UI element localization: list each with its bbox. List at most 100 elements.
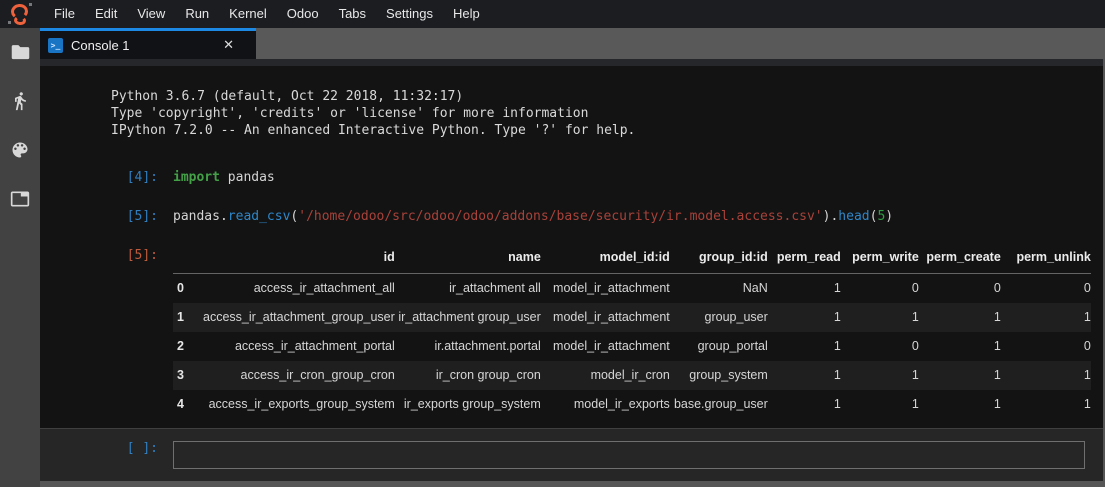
table-row: 3access_ir_cron_group_cronir_cron group_… bbox=[173, 361, 1091, 390]
table-row: 1access_ir_attachment_group_userir_attac… bbox=[173, 303, 1091, 332]
code-line: pandas.read_csv('/home/odoo/src/odoo/odo… bbox=[173, 208, 893, 225]
df-cell: model_ir_attachment bbox=[541, 332, 670, 361]
df-cell: ir_cron group_cron bbox=[395, 361, 541, 390]
code-cell-0: [4]: import pandas bbox=[40, 169, 1103, 186]
panel-toolbar-strip bbox=[40, 59, 1103, 66]
console-input-area: [ ]: bbox=[40, 428, 1103, 481]
df-col-header: model_id:id bbox=[541, 247, 670, 274]
df-cell: 0 bbox=[1001, 332, 1091, 361]
df-col-header: perm_read bbox=[768, 247, 841, 274]
df-row-index: 0 bbox=[173, 274, 203, 304]
menu-kernel[interactable]: Kernel bbox=[219, 0, 277, 28]
input-prompt: [ ]: bbox=[40, 441, 158, 456]
menu-view[interactable]: View bbox=[127, 0, 175, 28]
menu-tabs[interactable]: Tabs bbox=[329, 0, 376, 28]
df-cell: 1 bbox=[919, 332, 1001, 361]
df-cell: ir_attachment all bbox=[395, 274, 541, 304]
code-cell-1: [5]: pandas.read_csv('/home/odoo/src/odoo… bbox=[40, 208, 1103, 225]
df-cell: model_ir_attachment bbox=[541, 303, 670, 332]
df-cell: 1 bbox=[768, 303, 841, 332]
tab-console-1[interactable]: >_ Console 1 ✕ bbox=[40, 28, 256, 59]
df-cell: access_ir_attachment_group_user bbox=[203, 303, 395, 332]
file-browser-icon[interactable] bbox=[9, 42, 31, 62]
df-row-index: 4 bbox=[173, 390, 203, 419]
df-cell: 0 bbox=[841, 274, 919, 304]
menu-edit[interactable]: Edit bbox=[85, 0, 127, 28]
df-cell: model_ir_exports bbox=[541, 390, 670, 419]
jupyterlab-window: FileEditViewRunKernelOdooTabsSettingsHel… bbox=[0, 0, 1105, 487]
output-cell: [5]: idnamemodel_id:idgroup_id:idperm_re… bbox=[40, 247, 1103, 419]
left-sidebar bbox=[0, 28, 40, 487]
menu-items: FileEditViewRunKernelOdooTabsSettingsHel… bbox=[44, 0, 490, 28]
menu-run[interactable]: Run bbox=[175, 0, 219, 28]
command-palette-icon[interactable] bbox=[9, 140, 31, 160]
menu-file[interactable]: File bbox=[44, 0, 85, 28]
df-col-header: perm_create bbox=[919, 247, 1001, 274]
df-cell: access_ir_attachment_portal bbox=[203, 332, 395, 361]
df-col-header: perm_unlink bbox=[1001, 247, 1091, 274]
df-cell: 1 bbox=[919, 361, 1001, 390]
menu-help[interactable]: Help bbox=[443, 0, 490, 28]
df-cell: 1 bbox=[768, 332, 841, 361]
df-cell: ir.attachment.portal bbox=[395, 332, 541, 361]
df-row-index: 1 bbox=[173, 303, 203, 332]
menubar: FileEditViewRunKernelOdooTabsSettingsHel… bbox=[0, 0, 1105, 28]
df-cell: access_ir_attachment_all bbox=[203, 274, 395, 304]
df-cell: 1 bbox=[768, 390, 841, 419]
console-cells: [4]: import pandas [5]: pandas.read_csv('/h… bbox=[40, 169, 1103, 225]
df-cell: NaN bbox=[670, 274, 768, 304]
df-cell: 0 bbox=[1001, 274, 1091, 304]
table-row: 2access_ir_attachment_portalir.attachmen… bbox=[173, 332, 1091, 361]
open-tabs-icon[interactable] bbox=[9, 189, 31, 209]
close-icon[interactable]: ✕ bbox=[223, 37, 234, 53]
tab-label: Console 1 bbox=[71, 38, 223, 53]
df-cell: group_user bbox=[670, 303, 768, 332]
menu-odoo[interactable]: Odoo bbox=[277, 0, 329, 28]
df-row-index: 2 bbox=[173, 332, 203, 361]
df-cell: 1 bbox=[919, 303, 1001, 332]
df-cell: access_ir_exports_group_system bbox=[203, 390, 395, 419]
df-row-index: 3 bbox=[173, 361, 203, 390]
table-row: 0access_ir_attachment_allir_attachment a… bbox=[173, 274, 1091, 304]
df-cell: 1 bbox=[768, 274, 841, 304]
df-cell: 1 bbox=[768, 361, 841, 390]
df-head: idnamemodel_id:idgroup_id:idperm_readper… bbox=[173, 247, 1091, 274]
df-cell: access_ir_cron_group_cron bbox=[203, 361, 395, 390]
odoo-sh-logo-icon bbox=[0, 0, 40, 28]
df-cell: group_portal bbox=[670, 332, 768, 361]
df-cell: 1 bbox=[919, 390, 1001, 419]
output-prompt: [5]: bbox=[40, 247, 158, 419]
df-col-header bbox=[173, 247, 203, 274]
running-sessions-icon[interactable] bbox=[9, 91, 31, 111]
menu-settings[interactable]: Settings bbox=[376, 0, 443, 28]
df-cell: 1 bbox=[841, 390, 919, 419]
df-cell: 1 bbox=[1001, 361, 1091, 390]
console-output-area[interactable]: Python 3.6.7 (default, Oct 22 2018, 11:3… bbox=[40, 66, 1103, 428]
panel-bottom-strip bbox=[40, 481, 1103, 487]
table-row: 4access_ir_exports_group_systemir_export… bbox=[173, 390, 1091, 419]
python-banner: Python 3.6.7 (default, Oct 22 2018, 11:3… bbox=[111, 88, 1103, 139]
console-panel: Python 3.6.7 (default, Oct 22 2018, 11:3… bbox=[40, 59, 1105, 487]
code-line: import pandas bbox=[173, 169, 275, 186]
df-col-header: id bbox=[203, 247, 395, 274]
df-cell: 1 bbox=[1001, 303, 1091, 332]
df-cell: model_ir_attachment bbox=[541, 274, 670, 304]
input-prompt-label: [5]: bbox=[40, 208, 158, 225]
df-cell: ir_exports group_system bbox=[395, 390, 541, 419]
df-col-header: name bbox=[395, 247, 541, 274]
code-input[interactable] bbox=[173, 441, 1085, 469]
df-col-header: group_id:id bbox=[670, 247, 768, 274]
df-cell: 0 bbox=[841, 332, 919, 361]
df-cell: 1 bbox=[841, 361, 919, 390]
dataframe-table: idnamemodel_id:idgroup_id:idperm_readper… bbox=[173, 247, 1091, 419]
df-cell: group_system bbox=[670, 361, 768, 390]
df-cell: ir_attachment group_user bbox=[395, 303, 541, 332]
df-cell: 1 bbox=[1001, 390, 1091, 419]
df-body: 0access_ir_attachment_allir_attachment a… bbox=[173, 274, 1091, 420]
df-col-header: perm_write bbox=[841, 247, 919, 274]
df-cell: 0 bbox=[919, 274, 1001, 304]
df-cell: 1 bbox=[841, 303, 919, 332]
input-prompt-label: [4]: bbox=[40, 169, 158, 186]
console-icon: >_ bbox=[48, 38, 63, 53]
tab-bar: >_ Console 1 ✕ bbox=[40, 28, 1105, 59]
